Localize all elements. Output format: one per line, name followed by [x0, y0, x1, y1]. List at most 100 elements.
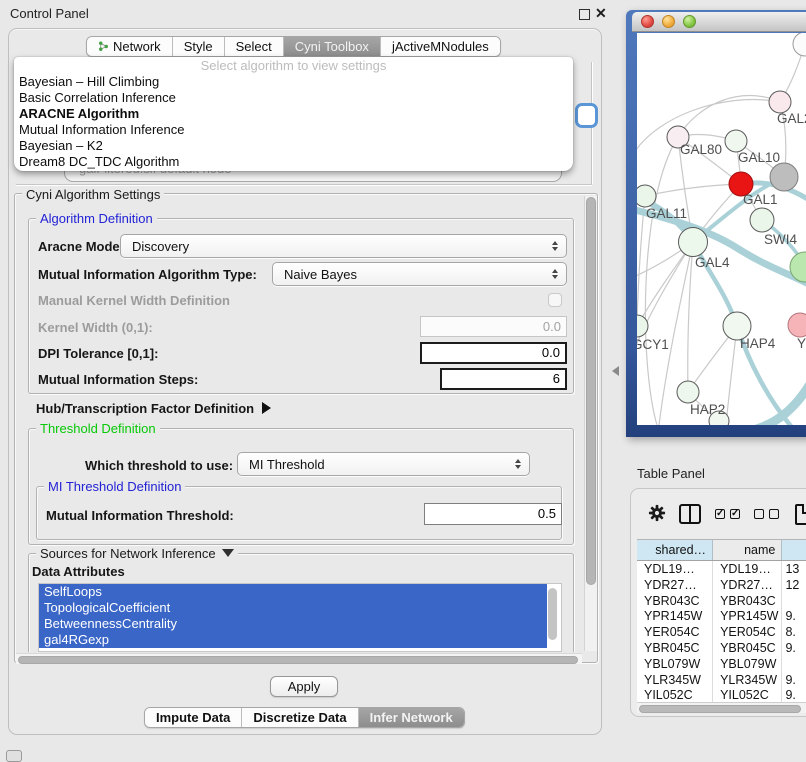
- tab-style[interactable]: Style: [172, 37, 224, 56]
- network-window-titlebar[interactable]: [632, 12, 806, 32]
- dropdown-item[interactable]: Mutual Information Inference: [14, 122, 573, 138]
- network-node-gal2[interactable]: [769, 91, 791, 113]
- table-row[interactable]: YBR045CYBR045C9.: [637, 640, 806, 656]
- table-row[interactable]: YBR043CYBR043C: [637, 593, 806, 609]
- control-panel-title: Control Panel: [10, 6, 89, 21]
- hub-section-toggle[interactable]: Hub/Transcription Factor Definition: [36, 401, 271, 416]
- focused-combo-fragment[interactable]: [575, 103, 598, 128]
- dropdown-item[interactable]: Dream8 DC_TDC Algorithm: [14, 154, 573, 170]
- dropdown-placeholder: Select algorithm to view settings: [14, 57, 573, 74]
- list-item[interactable]: gal4RGexp: [39, 632, 547, 648]
- table-row[interactable]: YLR345WYLR345W9.: [637, 672, 806, 688]
- table-cell: 13: [782, 561, 806, 577]
- columns-icon[interactable]: [679, 504, 701, 524]
- node-label: GAL10: [738, 150, 780, 165]
- minimized-panel-icon[interactable]: [6, 750, 22, 762]
- dpi-tolerance-field[interactable]: 0.0: [420, 342, 567, 364]
- table-toolbar: ✓✓: [631, 499, 806, 529]
- table-cell: 9.: [782, 687, 806, 702]
- tab-discretize-data[interactable]: Discretize Data: [241, 708, 357, 727]
- data-attributes-list[interactable]: SelfLoopsTopologicalCoefficientBetweenne…: [38, 583, 562, 652]
- dropdown-item[interactable]: Bayesian – K2: [14, 138, 573, 154]
- network-node[interactable]: [770, 163, 798, 191]
- network-node-y[interactable]: [788, 313, 806, 337]
- kernel-width-field[interactable]: 0.0: [420, 316, 567, 337]
- deselect-all-checks-icon[interactable]: [754, 509, 779, 519]
- network-node-gcy1[interactable]: [637, 315, 648, 337]
- list-item[interactable]: TopologicalCoefficient: [39, 600, 547, 616]
- node-label: Y: [797, 336, 806, 351]
- tab-infer-network[interactable]: Infer Network: [358, 708, 464, 727]
- table-cell: 9.: [782, 672, 806, 688]
- window-minimize-button[interactable]: [662, 15, 675, 28]
- table-row[interactable]: YDL19…YDL19…13: [637, 561, 806, 577]
- network-canvas[interactable]: GAL2GAL80GAL10GAL1GAL11SWI4GAL4GCY1HAP4Y…: [637, 33, 806, 425]
- settings-horizontal-scrollbar[interactable]: [16, 653, 582, 664]
- collapse-down-icon: [222, 549, 234, 557]
- list-item[interactable]: SelfLoops: [39, 584, 547, 600]
- table-cell: [782, 593, 806, 609]
- dropdown-item[interactable]: Basic Correlation Inference: [14, 90, 573, 106]
- data-workflow-tabs: Impute DataDiscretize DataInfer Network: [144, 707, 465, 728]
- table-cell: [782, 656, 806, 672]
- dropdown-item[interactable]: ARACNE Algorithm: [14, 106, 573, 122]
- network-node-gal4[interactable]: [679, 228, 708, 257]
- dropdown-item[interactable]: Bayesian – Hill Climbing: [14, 74, 573, 90]
- settings-scroll-viewport: Algorithm Definition Aracne Mode: Discov…: [16, 196, 582, 652]
- table-cell: YDL19…: [713, 561, 782, 577]
- new-table-icon[interactable]: [795, 504, 806, 525]
- window-close-button[interactable]: [641, 15, 654, 28]
- control-panel-tabs: NetworkStyleSelectCyni ToolboxjActiveMNo…: [86, 36, 501, 57]
- network-node-swi4[interactable]: [750, 208, 774, 232]
- table-horizontal-scrollbar[interactable]: [637, 702, 806, 713]
- table-row[interactable]: YIL052CYIL052C9.: [637, 687, 806, 702]
- splitter-collapse-icon[interactable]: [612, 366, 619, 376]
- window-zoom-button[interactable]: [683, 15, 696, 28]
- mi-algorithm-type-combo[interactable]: Naive Bayes: [272, 262, 567, 286]
- column-header[interactable]: shared…: [637, 540, 713, 560]
- table-row[interactable]: YER054CYER054C8.: [637, 624, 806, 640]
- table-row[interactable]: YDR27…YDR27…12: [637, 577, 806, 593]
- tab-impute-data[interactable]: Impute Data: [145, 708, 241, 727]
- network-edge: [645, 137, 678, 425]
- column-header[interactable]: name: [713, 540, 782, 560]
- mi-steps-field[interactable]: 6: [440, 368, 567, 390]
- which-threshold-combo[interactable]: MI Threshold: [237, 452, 530, 476]
- node-label: SWI4: [764, 232, 797, 247]
- scrollbar-thumb[interactable]: [586, 197, 596, 585]
- table-cell: YBL079W: [637, 656, 713, 672]
- node-label: HAP4: [740, 336, 776, 351]
- tab-cyni-toolbox[interactable]: Cyni Toolbox: [283, 37, 380, 56]
- tab-select[interactable]: Select: [224, 37, 283, 56]
- scrollbar-thumb[interactable]: [639, 705, 801, 713]
- network-node[interactable]: [793, 33, 806, 56]
- network-node-gal10[interactable]: [725, 130, 747, 152]
- apply-button[interactable]: Apply: [270, 676, 338, 697]
- tab-jactivemnodules[interactable]: jActiveMNodules: [380, 37, 500, 56]
- tab-network[interactable]: Network: [87, 37, 172, 56]
- mi-threshold-label: Mutual Information Threshold:: [46, 508, 234, 523]
- node-label: GAL80: [680, 142, 722, 157]
- table-row[interactable]: YPR145WYPR145W9.: [637, 608, 806, 624]
- float-window-icon[interactable]: [579, 9, 590, 20]
- aracne-mode-combo[interactable]: Discovery: [120, 234, 567, 258]
- list-item[interactable]: BetweennessCentrality: [39, 616, 547, 632]
- mi-threshold-field[interactable]: 0.5: [424, 503, 562, 525]
- list-scrollbar[interactable]: [548, 588, 557, 640]
- column-header[interactable]: [782, 540, 806, 560]
- gear-icon[interactable]: [648, 504, 666, 525]
- network-node-gal11[interactable]: [637, 185, 656, 207]
- table-cell: YLR345W: [713, 672, 782, 688]
- table-row[interactable]: YBL079WYBL079W: [637, 656, 806, 672]
- table-cell: YIL052C: [713, 687, 782, 702]
- scrollbar-thumb[interactable]: [18, 656, 578, 664]
- manual-kernel-width-checkbox[interactable]: [548, 293, 562, 307]
- mi-threshold-definition-title: MI Threshold Definition: [44, 479, 185, 494]
- network-node-hap2[interactable]: [677, 381, 699, 403]
- sources-toggle[interactable]: Sources for Network Inference: [36, 546, 238, 561]
- close-icon[interactable]: ✕: [595, 5, 607, 22]
- settings-vertical-scrollbar[interactable]: [584, 196, 597, 651]
- select-all-checks-icon[interactable]: ✓✓: [715, 509, 740, 519]
- table-cell: YER054C: [713, 624, 782, 640]
- table-cell: 8.: [782, 624, 806, 640]
